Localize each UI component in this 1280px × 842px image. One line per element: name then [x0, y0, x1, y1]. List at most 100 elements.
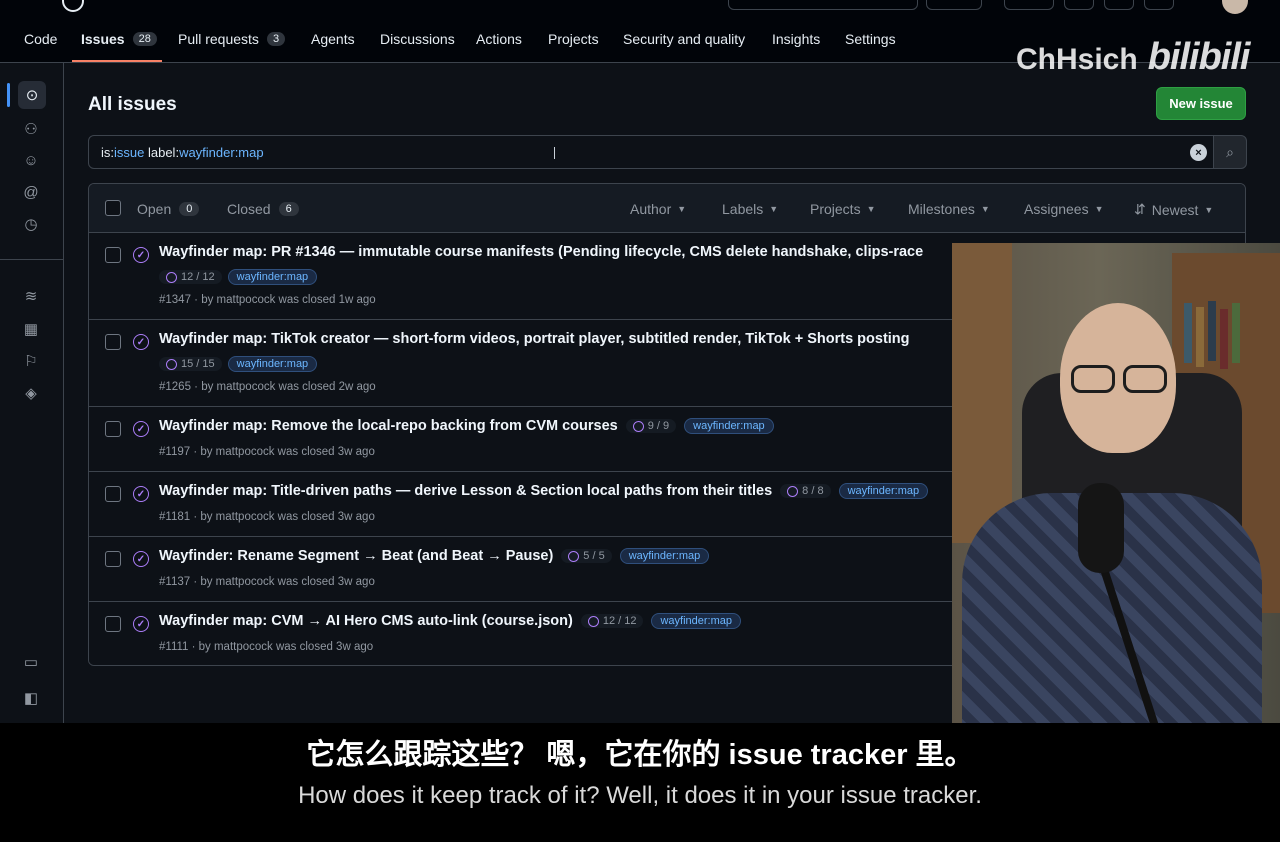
tab-label: Settings	[845, 31, 896, 47]
tab-agents[interactable]: Agents	[311, 31, 355, 47]
progress-icon	[587, 615, 599, 627]
issue-checkbox[interactable]	[105, 616, 121, 632]
sub-issue-progress[interactable]: 12 / 12	[580, 614, 644, 628]
issue-checkbox[interactable]	[105, 247, 121, 263]
sub-issue-progress[interactable]: 8 / 8	[780, 484, 831, 498]
issue-title-text[interactable]: Wayfinder map: Remove the local-repo bac…	[159, 418, 618, 434]
search-icon[interactable]: ⌕	[1213, 135, 1247, 169]
issue-title-text[interactable]: Wayfinder map: PR #1346 — immutable cour…	[159, 244, 923, 260]
global-header	[0, 0, 1280, 14]
lens	[1071, 365, 1115, 393]
people-icon[interactable]: ⚇	[20, 118, 42, 140]
open-filter[interactable]: Open 0	[137, 201, 200, 217]
microphone	[1078, 483, 1124, 573]
sub-issue-progress[interactable]: 15 / 15	[159, 357, 222, 371]
avatar[interactable]	[1222, 0, 1248, 14]
tab-code[interactable]: Code	[24, 31, 57, 47]
search-input[interactable]: is: issue label: wayfinder:map	[101, 145, 264, 160]
issue-title-text[interactable]: Wayfinder map: CVM → AI Hero CMS auto-li…	[159, 613, 573, 629]
closed-label: Closed	[227, 201, 271, 217]
issue-label[interactable]: wayfinder:map	[227, 356, 318, 372]
new-issue-button[interactable]: New issue	[1156, 87, 1246, 120]
issue-title[interactable]: Wayfinder map: TikTok creator — short-fo…	[159, 331, 910, 347]
issue-title-text[interactable]: Wayfinder map: TikTok creator — short-fo…	[159, 331, 910, 347]
issue-title-text[interactable]: Wayfinder: Rename Segment → Beat (and Be…	[159, 548, 553, 564]
clock-icon[interactable]: ◷	[20, 213, 42, 235]
create-button[interactable]	[1004, 0, 1054, 10]
bilibili-logo: bilibili	[1147, 36, 1251, 78]
sub-issue-progress[interactable]: 5 / 5	[561, 549, 612, 563]
issue-badges: 12 / 12 wayfinder:map	[159, 269, 318, 285]
issue-title[interactable]: Wayfinder: Rename Segment → Beat (and Be…	[159, 548, 710, 564]
clear-icon[interactable]: ×	[1190, 144, 1207, 161]
smiley-icon[interactable]: ☺	[20, 149, 42, 171]
milestones-filter[interactable]: Milestones ▼	[908, 201, 990, 217]
labels-filter[interactable]: Labels ▼	[722, 201, 778, 217]
sub-issue-progress[interactable]: 12 / 12	[159, 270, 222, 284]
subtitle-bar: 它怎么跟踪这些？ 嗯，它在你的 issue tracker 里。 How doe…	[0, 723, 1280, 842]
issue-label[interactable]: wayfinder:map	[651, 613, 742, 629]
issue-checkbox[interactable]	[105, 486, 121, 502]
sidebar-collapse-icon[interactable]: ◧	[20, 687, 42, 709]
comment-icon[interactable]: ▭	[20, 651, 42, 673]
issue-checkbox[interactable]	[105, 334, 121, 350]
assignees-filter[interactable]: Assignees ▼	[1024, 201, 1104, 217]
issue-title[interactable]: Wayfinder map: PR #1346 — immutable cour…	[159, 244, 923, 260]
tab-security[interactable]: Security and quality	[623, 31, 745, 47]
progress-text: 9 / 9	[647, 420, 670, 432]
tab-projects[interactable]: Projects	[548, 31, 599, 47]
tag-icon[interactable]: ◈	[20, 382, 42, 404]
copilot-button[interactable]	[926, 0, 982, 10]
notifications-icon[interactable]	[1144, 0, 1174, 10]
issue-label[interactable]: wayfinder:map	[227, 269, 318, 285]
select-all-checkbox[interactable]	[105, 200, 121, 216]
issues-icon[interactable]	[1064, 0, 1094, 10]
chevron-down-icon: ▼	[866, 204, 876, 214]
tab-actions[interactable]: Actions	[476, 31, 522, 47]
tab-insights[interactable]: Insights	[772, 31, 820, 47]
chevron-down-icon: ▼	[1094, 204, 1104, 214]
issue-label[interactable]: wayfinder:map	[684, 418, 774, 434]
pulls-count-badge: 3	[266, 32, 286, 46]
search-qualifier: is:	[101, 145, 114, 160]
progress-icon	[166, 358, 177, 370]
table-icon[interactable]: ▦	[20, 318, 42, 340]
issue-opened-icon[interactable]: ⊙	[18, 81, 46, 109]
issue-checkbox[interactable]	[105, 421, 121, 437]
tab-discussions[interactable]: Discussions	[380, 31, 455, 47]
book	[1232, 303, 1240, 363]
issue-title-text[interactable]: Wayfinder map: Title-driven paths — deri…	[159, 483, 772, 499]
tab-label: Actions	[476, 31, 522, 47]
progress-icon	[787, 485, 799, 497]
tab-label: Security and quality	[623, 31, 746, 47]
tab-pull-requests[interactable]: Pull requests 3	[178, 31, 286, 47]
milestone-icon[interactable]: ⚐	[20, 350, 42, 372]
rail-active-indicator	[7, 83, 10, 107]
tab-settings[interactable]: Settings	[845, 31, 896, 47]
github-logo-icon[interactable]	[62, 0, 84, 12]
issue-search[interactable]: is: issue label: wayfinder:map × ⌕	[88, 135, 1247, 169]
sub-issue-progress[interactable]: 9 / 9	[625, 419, 677, 433]
search-box[interactable]	[728, 0, 918, 10]
projects-filter[interactable]: Projects ▼	[810, 201, 876, 217]
book	[1208, 301, 1216, 361]
stack-icon[interactable]: ≋	[20, 285, 42, 307]
filter-label: Assignees	[1024, 201, 1089, 217]
issue-title[interactable]: Wayfinder map: Title-driven paths — deri…	[159, 483, 929, 499]
pulls-icon[interactable]	[1104, 0, 1134, 10]
tab-issues[interactable]: Issues 28	[81, 31, 157, 47]
sort-label: Newest	[1151, 201, 1199, 218]
mention-icon[interactable]: @	[20, 181, 42, 203]
progress-icon	[568, 550, 580, 562]
subtitle-chinese: 它怎么跟踪这些？ 嗯，它在你的 issue tracker 里。	[306, 739, 974, 771]
page-title: All issues	[88, 94, 177, 115]
issue-title[interactable]: Wayfinder map: Remove the local-repo bac…	[159, 418, 774, 434]
closed-filter[interactable]: Closed 6	[227, 201, 299, 217]
sort-dropdown[interactable]: ⇵ Newest ▼	[1134, 201, 1213, 218]
issue-checkbox[interactable]	[105, 551, 121, 567]
issue-label[interactable]: wayfinder:map	[838, 483, 929, 499]
search-qualifier: label:	[144, 145, 180, 160]
author-filter[interactable]: Author ▼	[630, 201, 686, 217]
issue-title[interactable]: Wayfinder map: CVM → AI Hero CMS auto-li…	[159, 613, 742, 629]
issue-label[interactable]: wayfinder:map	[619, 548, 710, 564]
